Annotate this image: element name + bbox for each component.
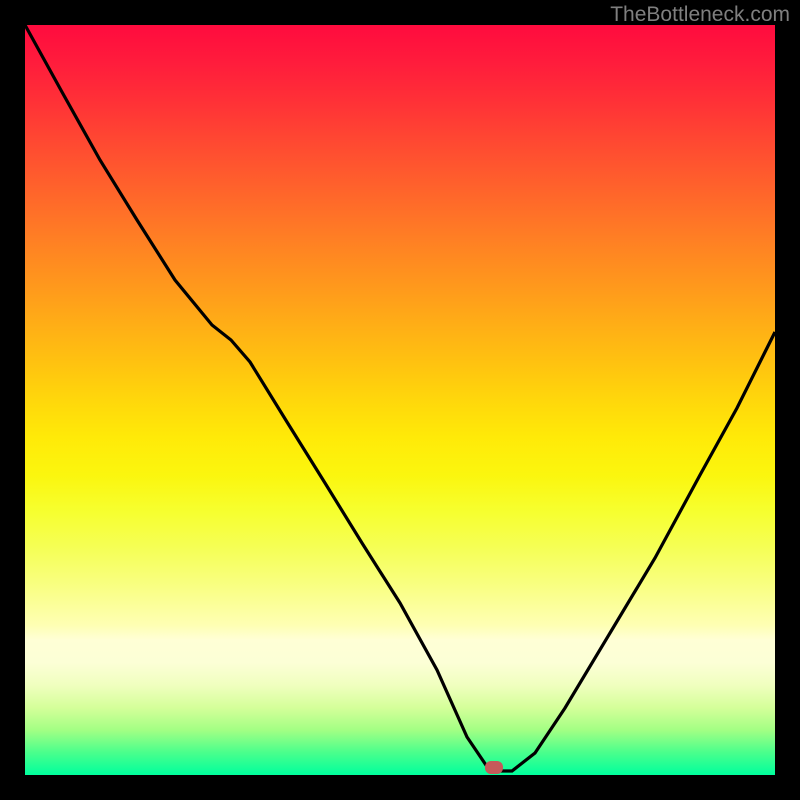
curve-path xyxy=(25,25,775,771)
optimal-marker xyxy=(485,761,503,774)
bottleneck-curve xyxy=(25,25,775,775)
watermark-text: TheBottleneck.com xyxy=(610,3,790,27)
chart-plot-area xyxy=(25,25,775,775)
